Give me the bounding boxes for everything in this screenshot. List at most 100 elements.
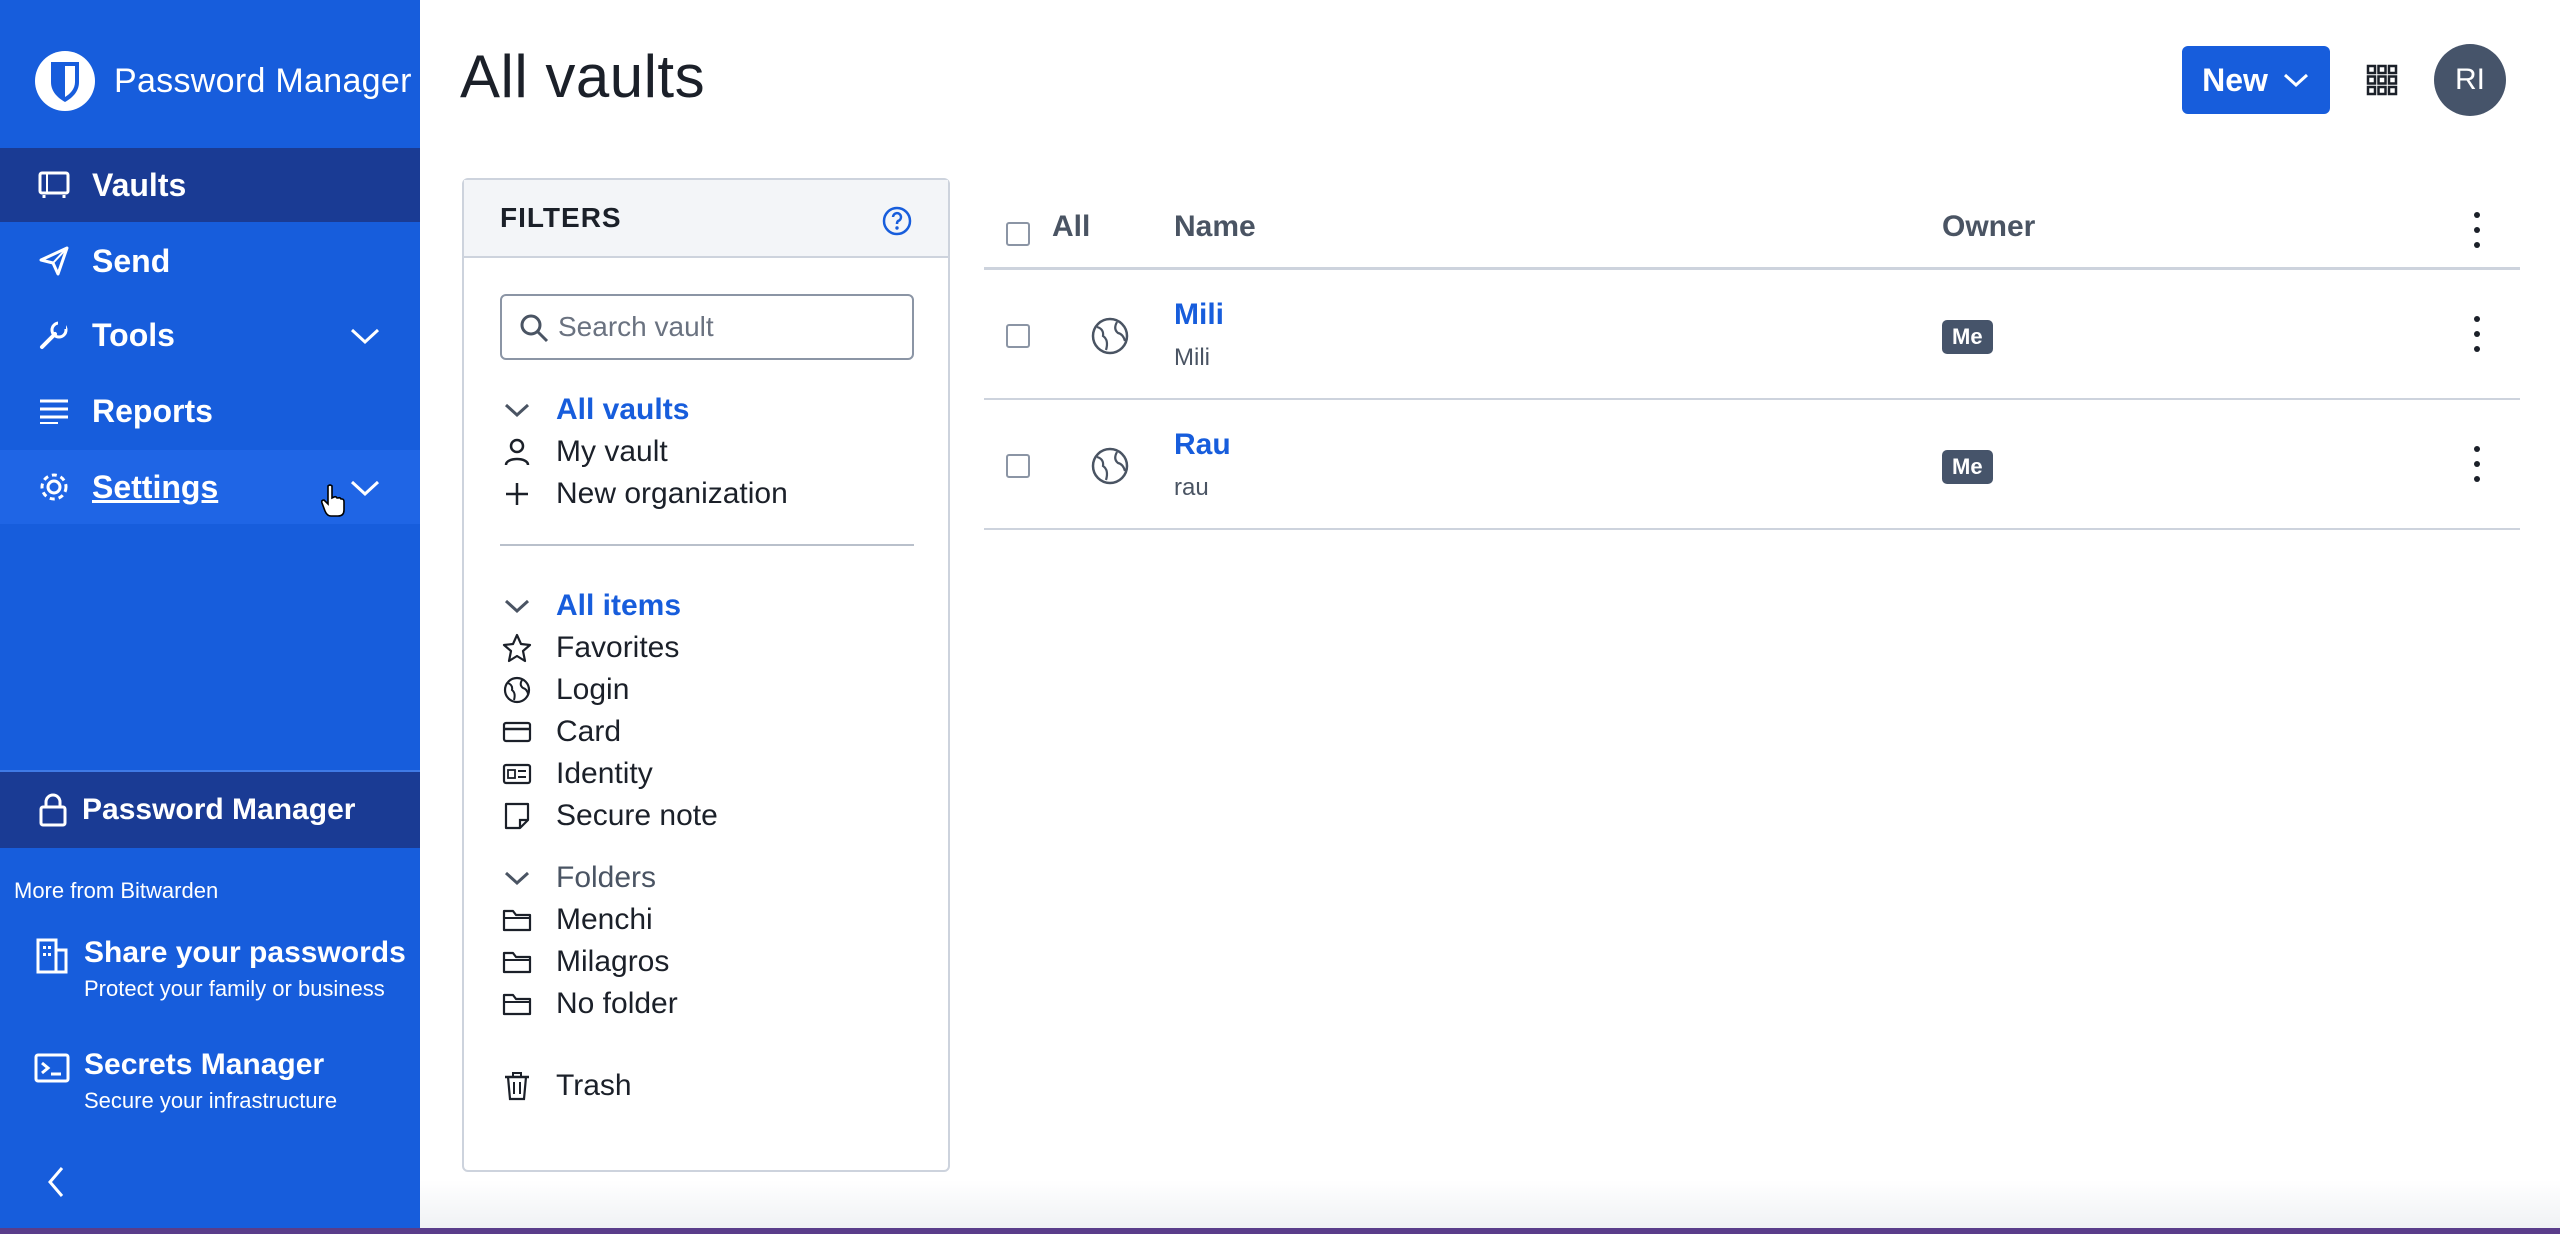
sidebar-item-label: Send bbox=[92, 242, 171, 279]
trash-icon bbox=[500, 1069, 534, 1103]
product-share-passwords[interactable]: Share your passwords Protect your family… bbox=[34, 936, 406, 1002]
filter-card[interactable]: Card bbox=[500, 712, 621, 752]
sidebar-item-tools[interactable]: Tools bbox=[0, 298, 420, 372]
item-name-link[interactable]: Mili bbox=[1174, 298, 1224, 332]
product-switcher-password-manager[interactable]: Password Manager bbox=[0, 772, 420, 848]
filter-all-vaults[interactable]: All vaults bbox=[500, 390, 689, 430]
filters-title: FILTERS bbox=[500, 202, 622, 233]
filter-label: Login bbox=[556, 673, 630, 706]
owner-badge: Me bbox=[1942, 450, 1993, 484]
filter-all-items[interactable]: All items bbox=[500, 586, 681, 626]
chevron-down-icon bbox=[500, 393, 534, 427]
filter-label: My vault bbox=[556, 435, 668, 468]
filter-trash[interactable]: Trash bbox=[500, 1066, 632, 1106]
filter-label: No folder bbox=[556, 987, 678, 1020]
user-icon bbox=[500, 435, 534, 469]
vault-icon bbox=[36, 167, 72, 203]
filter-label: Identity bbox=[556, 757, 653, 790]
avatar[interactable]: RI bbox=[2434, 44, 2506, 116]
terminal-icon bbox=[34, 1053, 70, 1083]
footer-shadow bbox=[420, 1180, 2560, 1234]
brand-name: Password Manager bbox=[114, 61, 412, 100]
filter-identity[interactable]: Identity bbox=[500, 754, 653, 794]
row-checkbox[interactable] bbox=[1006, 454, 1030, 478]
filter-label: All items bbox=[556, 589, 682, 622]
chevron-down-icon[interactable] bbox=[348, 472, 382, 502]
filter-login[interactable]: Login bbox=[500, 670, 629, 710]
building-icon bbox=[36, 938, 68, 974]
chevron-down-icon bbox=[500, 861, 534, 895]
search-icon bbox=[520, 314, 549, 343]
item-name-link[interactable]: Rau bbox=[1174, 428, 1231, 462]
hand-cursor-icon bbox=[320, 484, 345, 517]
owner-badge: Me bbox=[1942, 320, 1993, 354]
filter-my-vault[interactable]: My vault bbox=[500, 432, 668, 472]
new-button[interactable]: New bbox=[2182, 46, 2330, 114]
filter-label: Milagros bbox=[556, 945, 670, 978]
product-switcher-icon[interactable] bbox=[2366, 64, 2398, 96]
more-from-heading: More from Bitwarden bbox=[14, 878, 219, 903]
vault-table-header: All Name Owner bbox=[984, 196, 2520, 270]
sidebar-item-settings[interactable]: Settings bbox=[0, 450, 420, 524]
filter-folder-milagros[interactable]: Milagros bbox=[500, 942, 669, 982]
collapse-sidebar-icon[interactable] bbox=[44, 1164, 68, 1200]
filter-new-organization[interactable]: New organization bbox=[500, 474, 788, 514]
row-checkbox[interactable] bbox=[1006, 324, 1030, 348]
item-subtitle: Mili bbox=[1174, 344, 1210, 371]
plus-icon bbox=[500, 477, 534, 511]
sidebar-item-vaults[interactable]: Vaults bbox=[0, 148, 420, 222]
filter-label: Favorites bbox=[556, 631, 680, 664]
product-secrets-manager[interactable]: Secrets Manager Secure your infrastructu… bbox=[34, 1048, 337, 1114]
header-owner[interactable]: Owner bbox=[1942, 210, 2035, 244]
filter-label: All vaults bbox=[556, 393, 690, 426]
select-all-checkbox[interactable] bbox=[1006, 222, 1030, 246]
globe-icon bbox=[1091, 317, 1129, 355]
globe-icon bbox=[500, 673, 534, 707]
header-name[interactable]: Name bbox=[1174, 210, 1256, 244]
table-row[interactable]: Rau rau Me bbox=[984, 400, 2520, 530]
help-icon[interactable] bbox=[882, 206, 912, 236]
search-placeholder: Search vault bbox=[558, 311, 714, 342]
filter-folder-menchi[interactable]: Menchi bbox=[500, 900, 653, 940]
filter-label: New organization bbox=[556, 477, 788, 510]
note-icon bbox=[500, 799, 534, 833]
filter-no-folder[interactable]: No folder bbox=[500, 984, 678, 1024]
filter-label: Menchi bbox=[556, 903, 653, 936]
product-subtitle: Secure your infrastructure bbox=[84, 1088, 338, 1113]
credit-card-icon bbox=[500, 715, 534, 749]
wrench-icon bbox=[36, 317, 72, 353]
sidebar-item-label: Tools bbox=[92, 316, 175, 353]
filter-secure-note[interactable]: Secure note bbox=[500, 796, 718, 836]
star-icon bbox=[500, 631, 534, 665]
folder-icon bbox=[500, 903, 534, 937]
window-edge bbox=[0, 1228, 2560, 1234]
globe-icon bbox=[1091, 447, 1129, 485]
chevron-down-icon[interactable] bbox=[348, 320, 382, 350]
filter-label: Card bbox=[556, 715, 622, 748]
search-input[interactable]: Search vault bbox=[500, 294, 914, 360]
folder-icon bbox=[500, 987, 534, 1021]
bitwarden-shield-icon bbox=[35, 51, 95, 111]
item-subtitle: rau bbox=[1174, 474, 1209, 501]
filters-header: FILTERS bbox=[464, 180, 948, 258]
sidebar-item-send[interactable]: Send bbox=[0, 224, 420, 298]
table-row[interactable]: Mili Mili Me bbox=[984, 270, 2520, 400]
filter-label: Trash bbox=[556, 1069, 632, 1102]
folder-icon bbox=[500, 945, 534, 979]
sidebar-item-label: Vaults bbox=[92, 166, 187, 203]
more-options-icon[interactable] bbox=[2472, 212, 2482, 248]
new-button-label: New bbox=[2202, 61, 2268, 98]
filters-panel: FILTERS Search vault All vaults My vault… bbox=[462, 178, 950, 1172]
chevron-down-icon bbox=[2283, 73, 2308, 88]
reports-icon bbox=[36, 393, 72, 429]
filter-favorites[interactable]: Favorites bbox=[500, 628, 679, 668]
lock-icon bbox=[39, 793, 67, 827]
product-title: Share your passwords bbox=[84, 936, 406, 969]
filter-folders[interactable]: Folders bbox=[500, 858, 656, 898]
header-all: All bbox=[1052, 210, 1091, 243]
filter-label: Folders bbox=[556, 861, 657, 894]
sidebar-item-reports[interactable]: Reports bbox=[0, 374, 420, 448]
brand[interactable]: Password Manager bbox=[34, 48, 412, 114]
more-options-icon[interactable] bbox=[2472, 316, 2482, 352]
more-options-icon[interactable] bbox=[2472, 446, 2482, 482]
